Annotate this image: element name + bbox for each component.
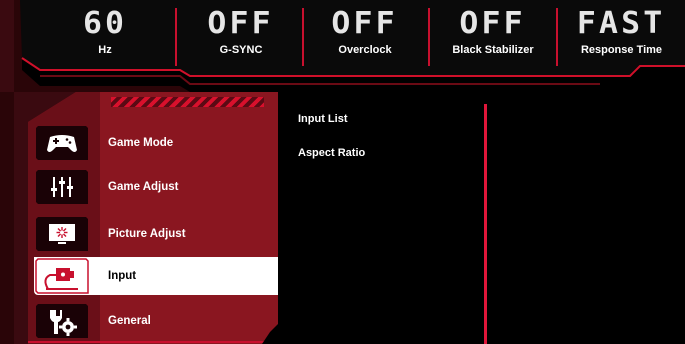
status-label: G-SYNC <box>219 44 263 56</box>
status-label: Black Stabilizer <box>452 44 534 56</box>
status-value: OFF <box>331 5 399 41</box>
menu-item-label: General <box>108 315 151 327</box>
decorative-stripes <box>111 97 264 107</box>
menu-item-label: Picture Adjust <box>108 228 186 240</box>
status-label: Hz <box>98 44 112 56</box>
submenu-item-input-list[interactable]: Input List <box>298 113 348 125</box>
status-value: OFF <box>459 5 527 41</box>
status-black-stabilizer: OFF Black Stabilizer <box>430 0 556 72</box>
status-bar: 60 Hz OFF G-SYNC OFF Overclock OFF Black… <box>0 0 685 92</box>
menu-item-label: Game Mode <box>108 137 174 149</box>
status-overclock: OFF Overclock <box>304 0 426 72</box>
input-plug-icon <box>34 257 90 295</box>
status-label: Overclock <box>338 44 392 56</box>
status-divider <box>175 8 177 66</box>
submenu-divider <box>484 104 487 344</box>
menu-item-game-adjust[interactable]: Game Adjust <box>34 168 278 206</box>
status-refresh-rate: 60 Hz <box>40 0 170 72</box>
status-gsync: OFF G-SYNC <box>180 0 302 72</box>
gear-wrench-icon <box>34 302 90 340</box>
status-response-time: FAST Response Time <box>558 0 685 72</box>
status-value: OFF <box>207 5 275 41</box>
monitor-brightness-icon <box>34 215 90 253</box>
sliders-icon <box>34 168 90 206</box>
menu-item-label: Game Adjust <box>108 181 179 193</box>
status-value: 60 <box>82 5 128 41</box>
menu-item-general[interactable]: General <box>34 302 278 340</box>
menu-item-game-mode[interactable]: Game Mode <box>34 124 278 162</box>
status-value: FAST <box>577 5 666 41</box>
menu-item-label: Input <box>108 270 137 282</box>
submenu-item-aspect-ratio[interactable]: Aspect Ratio <box>298 147 365 159</box>
menu-item-input[interactable]: Input <box>34 257 278 295</box>
menu-item-picture-adjust[interactable]: Picture Adjust <box>34 215 278 253</box>
status-label: Response Time <box>580 44 663 56</box>
osd-screen: 60 Hz OFF G-SYNC OFF Overclock OFF Black… <box>0 0 685 344</box>
gamepad-icon <box>34 124 90 162</box>
